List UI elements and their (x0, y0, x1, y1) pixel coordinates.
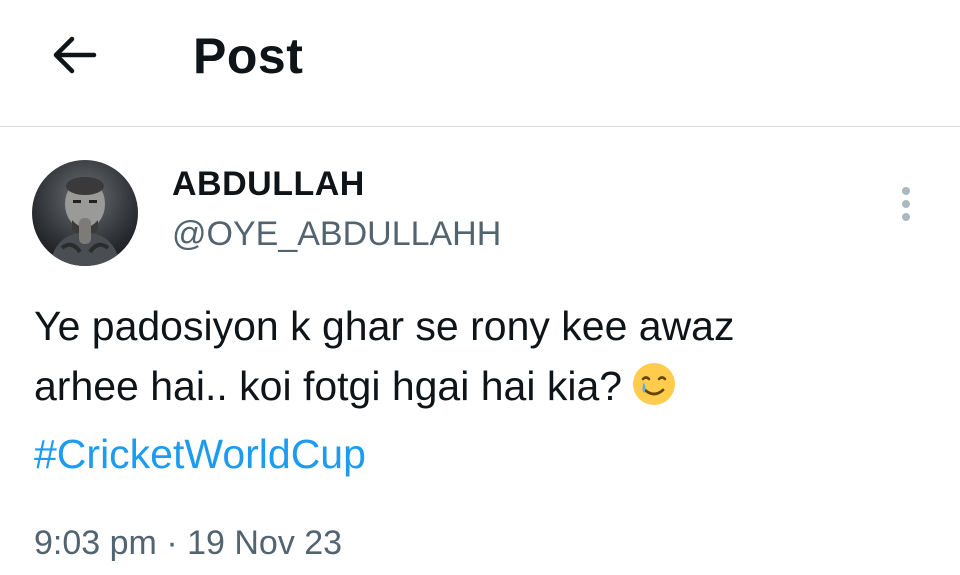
post-timestamp[interactable]: 9:03 pm · 19 Nov 23 (34, 520, 342, 566)
profile-photo (32, 160, 138, 266)
arrow-left-icon (53, 36, 97, 74)
tweet-line-with-emoji: arhee hai.. koi fotgi hgai hai kia? (34, 356, 934, 424)
post-date: 19 Nov 23 (187, 524, 343, 562)
tweet-text: Ye padosiyon k ghar se rony kee awaz arh… (34, 296, 934, 484)
back-button[interactable] (50, 30, 100, 80)
vertical-ellipsis-icon (902, 187, 910, 195)
ellipsis-dot (902, 200, 910, 208)
page-title: Post (193, 28, 304, 84)
tweet-line-text: arhee hai.. koi fotgi hgai hai kia? (34, 363, 623, 409)
avatar[interactable] (32, 160, 138, 266)
author-handle[interactable]: @OYE_ABDULLAHH (172, 214, 501, 254)
author-display-name[interactable]: ABDULLAH (172, 164, 365, 204)
meta-separator: · (166, 524, 178, 562)
smiling-face-with-tear-icon (630, 360, 678, 424)
more-options-button[interactable] (886, 182, 926, 226)
ellipsis-dot (902, 213, 910, 221)
hashtag-link[interactable]: #CricketWorldCup (34, 424, 934, 484)
post-time: 9:03 pm (34, 524, 157, 562)
top-bar: Post (0, 0, 960, 127)
tweet-line: Ye padosiyon k ghar se rony kee awaz (34, 303, 735, 349)
